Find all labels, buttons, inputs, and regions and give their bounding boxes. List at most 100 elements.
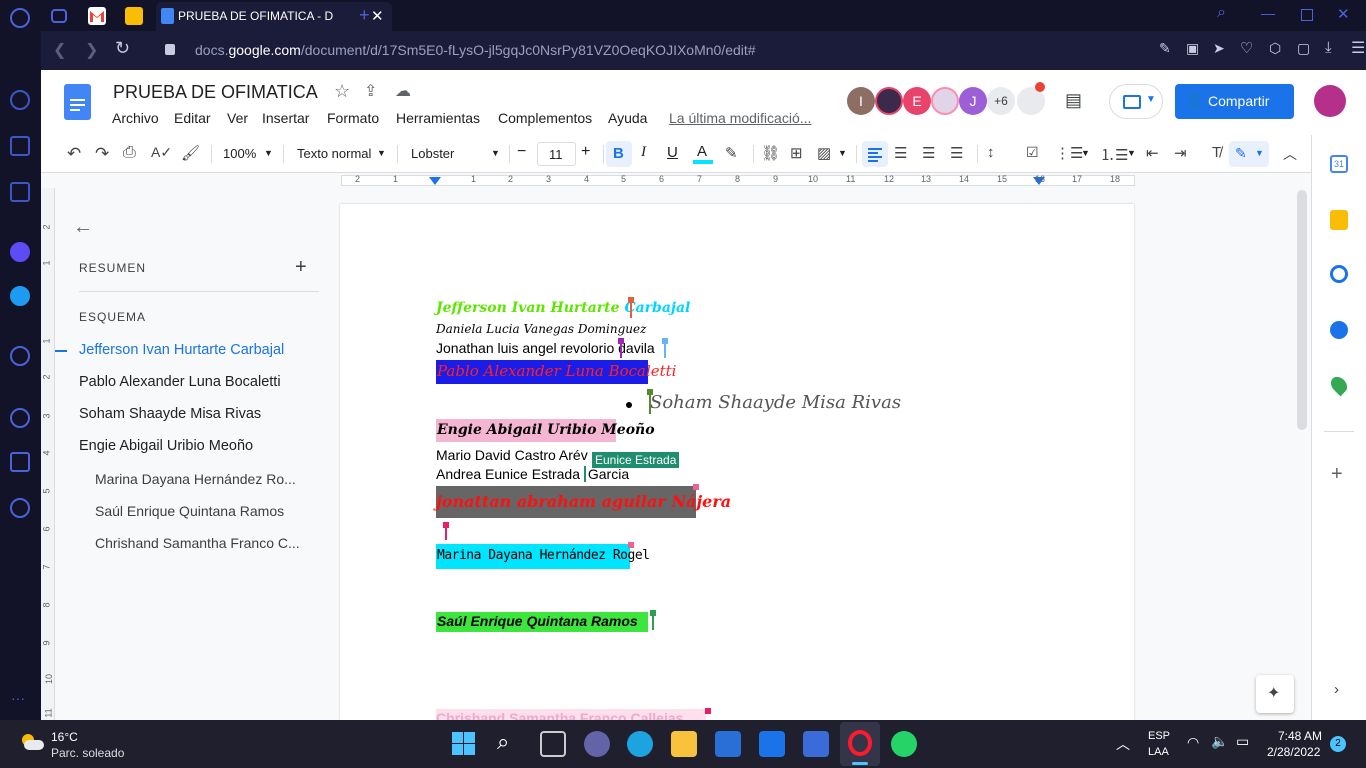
paint-format-icon[interactable]: 🖌 [181,144,201,164]
language-code[interactable]: ESP [1148,730,1170,742]
contacts-icon[interactable] [1330,321,1348,339]
present-button[interactable]: ▼ [1109,84,1163,119]
doc-line[interactable]: Pablo Alexander Luna Bocaletti [437,362,676,380]
menu-complementos[interactable]: Complementos [498,110,592,126]
start-icon[interactable] [451,731,477,757]
chevron-down-icon[interactable]: ▼ [1081,148,1090,158]
outline-item[interactable]: Pablo Alexander Luna Bocaletti [79,374,281,390]
outline-item[interactable]: Chrishand Samantha Franco C... [95,535,300,551]
back-arrow-icon[interactable]: ← [73,216,93,239]
clock-time[interactable]: 7:48 AM [1278,729,1322,743]
more-icon[interactable]: ··· [11,690,25,706]
align-center-icon[interactable]: ☰ [894,144,914,164]
doc-line[interactable]: Jefferson Ivan Hurtarte Carbajal [436,300,690,316]
avatar[interactable] [875,87,903,115]
edit-icon[interactable]: ✎ [1159,40,1171,57]
get-addons-icon[interactable]: + [1331,463,1343,486]
spellcheck-icon[interactable]: A✓ [151,144,172,164]
mail-icon[interactable] [759,731,785,757]
close-tab-icon[interactable]: ✕ [371,7,384,25]
increase-indent-icon[interactable]: ⇥ [1174,144,1194,164]
menu-ayuda[interactable]: Ayuda [608,110,647,126]
align-left-button[interactable] [862,141,888,167]
avatar[interactable]: E [903,87,931,115]
editing-mode-button[interactable]: ✎ ▼ [1229,141,1269,167]
explore-button[interactable]: ✦ [1256,675,1294,713]
close-window-icon[interactable]: ✕ [1337,5,1350,23]
whatsapp-icon[interactable] [891,731,917,757]
minimize-icon[interactable]: — [1261,5,1275,21]
undo-icon[interactable]: ↶ [67,144,87,164]
chevron-down-icon[interactable]: ▼ [1127,148,1136,158]
task-view-icon[interactable] [540,731,566,757]
link-icon[interactable]: ⛓ [761,144,781,164]
scrollbar[interactable] [1297,190,1307,430]
avatar[interactable]: J [959,87,987,115]
chevron-down-icon[interactable]: ▼ [838,148,847,158]
cube-icon[interactable]: ⬡ [1269,40,1281,57]
doc-line[interactable]: Marina Dayana Hernández Rogel [437,548,650,563]
maximize-icon[interactable] [1301,9,1313,21]
expand-panel-icon[interactable]: › [1334,681,1339,698]
star-icon[interactable]: ☆ [334,81,350,102]
menu-archivo[interactable]: Archivo [112,110,159,126]
opera-logo-icon[interactable] [10,8,30,28]
chevron-down-icon[interactable]: ▼ [377,148,386,158]
font-select[interactable]: Lobster [411,146,454,161]
workspace-icon[interactable] [51,9,67,23]
last-edit-link[interactable]: La última modificació... [669,110,811,126]
search-icon[interactable]: ⌕ [497,729,509,755]
docs-logo-icon[interactable] [64,84,91,120]
clock-date[interactable]: 2/28/2022 [1267,745,1320,759]
bold-button[interactable]: B [606,141,632,167]
battery-icon[interactable]: ▭ [1236,733,1249,750]
collapse-menus-icon[interactable]: ︿ [1283,144,1303,164]
volume-icon[interactable]: 🔈 [1211,733,1228,750]
justify-icon[interactable]: ☰ [950,144,970,164]
menu-insertar[interactable]: Insertar [262,110,309,126]
print-icon[interactable]: ⎙ [123,144,143,164]
show-hidden-icons-icon[interactable]: ︿ [1116,734,1130,754]
app-tab-icon[interactable] [125,7,143,25]
forward-icon[interactable]: ❯ [85,40,98,60]
add-comment-icon[interactable]: ⊞ [790,144,810,164]
wallet-icon[interactable] [10,136,30,156]
twitch-icon[interactable] [10,182,30,202]
menu-ver[interactable]: Ver [227,110,248,126]
tab-active-document[interactable]: PRUEBA DE OFIMATICA - D ✕ [156,2,392,31]
store-icon[interactable] [715,731,741,757]
edge-icon[interactable] [627,731,653,757]
menu-editar[interactable]: Editar [174,110,211,126]
doc-line[interactable]: Engie Abigail Uribio Meoño [437,422,655,438]
box-icon[interactable]: ▢ [1297,40,1310,57]
menu-herramientas[interactable]: Herramientas [396,110,480,126]
menu-formato[interactable]: Formato [327,110,379,126]
doc-line[interactable]: jonattan abraham aguilar Nájera [436,492,731,511]
lock-icon[interactable] [165,44,175,55]
more-collaborators-badge[interactable]: +6 [987,87,1015,115]
horizontal-ruler[interactable]: 2 1 1 2 3 4 5 6 7 8 9 10 11 12 13 14 15 … [41,173,1311,188]
maps-icon[interactable] [1327,373,1351,397]
style-select[interactable]: Texto normal [297,146,371,161]
document-title[interactable]: PRUEBA DE OFIMATICA [113,82,318,103]
speed-dial-icon[interactable] [10,90,30,110]
zoom-select[interactable]: 100% [223,146,256,161]
outline-item[interactable]: Jefferson Ivan Hurtarte Carbajal [79,342,284,358]
new-tab-icon[interactable]: + [359,5,370,26]
doc-line[interactable]: Saúl Enrique Quintana Ramos [437,613,638,629]
wifi-icon[interactable]: ◠ [1187,734,1199,751]
image-icon[interactable]: ▨ [817,144,837,164]
vertical-ruler[interactable]: 2 1 1 2 3 4 5 6 7 8 9 10 11 [41,188,55,720]
keyboard-layout[interactable]: LAA [1148,746,1169,758]
url-field[interactable]: docs.google.com/document/d/17Sm5E0-fLysO… [195,42,756,58]
comments-icon[interactable]: ▤ [1065,90,1082,111]
document-page[interactable]: Jefferson Ivan Hurtarte Carbajal Daniela… [340,204,1134,726]
share-button[interactable]: 👤 Compartir [1175,84,1294,119]
weather-icon[interactable] [20,732,44,752]
settings-gear-icon[interactable] [10,498,30,518]
messenger-icon[interactable] [10,242,30,262]
tasks-icon[interactable] [1330,265,1348,283]
outline-item[interactable]: Marina Dayana Hernández Ro... [95,471,296,487]
chevron-down-icon[interactable]: ▼ [264,148,273,158]
avatar[interactable]: I [847,87,875,115]
